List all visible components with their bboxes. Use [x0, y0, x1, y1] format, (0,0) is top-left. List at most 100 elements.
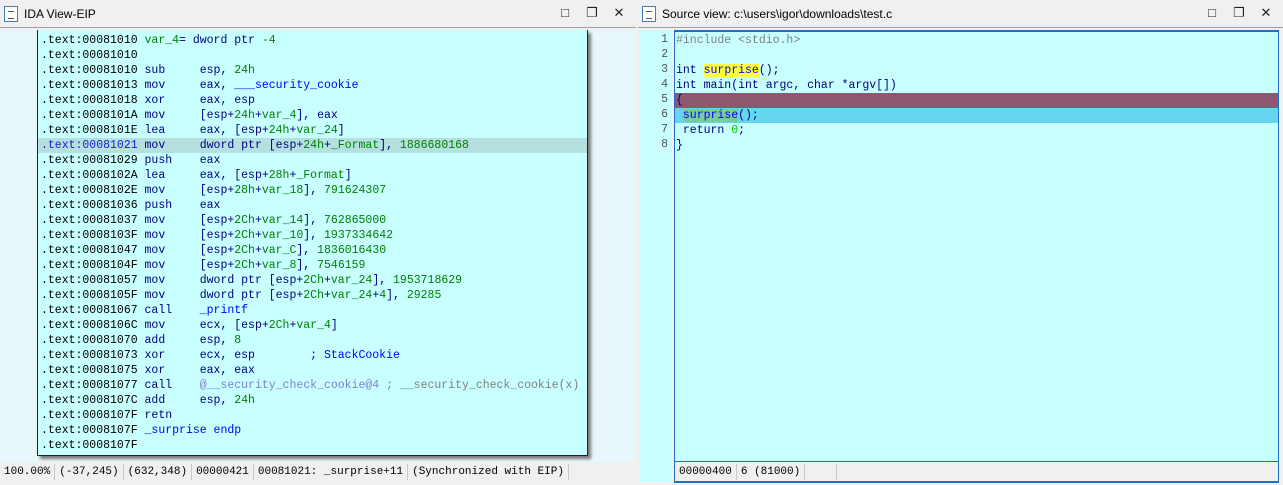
disasm-line[interactable]: .text:00081029 push eax [38, 153, 587, 168]
maximize-button[interactable]: □ [558, 6, 572, 20]
source-line[interactable] [675, 48, 1278, 63]
operand-token: esp, [199, 334, 235, 347]
close-button[interactable]: ✕ [612, 6, 626, 20]
address: .text:0008105F [41, 289, 138, 302]
operand-token[interactable]: ; StackCookie [310, 349, 400, 362]
disasm-line[interactable]: .text:0008104F mov [esp+2Ch+var_8], 75461… [38, 258, 587, 273]
operand-token: esp, [199, 64, 235, 77]
address: .text:00081077 [41, 379, 138, 392]
disasm-line[interactable]: .text:0008101E lea eax, [esp+24h+var_24] [38, 123, 587, 138]
disasm-line[interactable]: .text:00081067 call _printf [38, 303, 587, 318]
disasm-line[interactable]: .text:00081073 xor ecx, esp ; StackCookie [38, 348, 587, 363]
operand-token: 24h [303, 139, 324, 152]
status-field: 00000421 [192, 464, 254, 480]
operand-token[interactable]: ___security_cookie [234, 79, 358, 92]
mnemonic: mov [144, 319, 166, 332]
source-view-panel: Source view: c:\users\igor\downloads\tes… [638, 0, 1283, 485]
operand-token[interactable]: _printf [200, 304, 248, 317]
disasm-line[interactable]: .text:00081018 xor eax, esp [38, 93, 587, 108]
disasm-line[interactable]: .text:0008107F retn [38, 408, 587, 423]
source-code-area[interactable]: #include <stdio.h> int surprise(); int mai… [674, 30, 1279, 462]
disasm-line[interactable]: .text:0008101A mov [esp+24h+var_4], eax [38, 108, 587, 123]
ida-view-panel: IDA View-EIP □ ❐ ✕ .text:00081010 var_4=… [0, 0, 636, 485]
source-line[interactable]: return 0; [675, 123, 1278, 138]
disasm-line[interactable]: .text:00081010 var_4= dword ptr -4 [38, 33, 587, 48]
source-view-titlebar[interactable]: Source view: c:\users\igor\downloads\tes… [638, 0, 1283, 28]
code-token: { [676, 94, 683, 107]
disasm-line[interactable]: .text:0008107C add esp, 24h [38, 393, 587, 408]
address: .text:0008106C [41, 319, 138, 332]
operand-token[interactable]: @__security_check_cookie@4 [200, 379, 379, 392]
mnemonic: mov [144, 184, 166, 197]
address: .text:0008107C [41, 394, 138, 407]
disasm-line[interactable]: .text:00081077 call @__security_check_coo… [38, 378, 587, 393]
operand-token: var_C [261, 244, 297, 257]
disasm-line[interactable]: .text:00081075 xor eax, eax [38, 363, 587, 378]
restore-button[interactable]: ❐ [585, 6, 599, 20]
source-line[interactable]: { [675, 93, 1278, 108]
disasm-line[interactable]: .text:0008102A lea eax, [esp+28h+_Format] [38, 168, 587, 183]
code-token: surprise [682, 109, 739, 122]
maximize-button[interactable]: □ [1205, 6, 1219, 20]
code-token: #include <stdio.h> [676, 34, 801, 47]
disasm-line[interactable]: .text:0008107F [38, 438, 587, 453]
disasm-line[interactable]: .text:0008103F mov [esp+2Ch+var_10], 1937… [38, 228, 587, 243]
operand-token: _Format [296, 169, 345, 182]
operand-token: 24h [268, 124, 290, 137]
ida-status-bar: 100.00% (-37,245) (632,348) 00000421 0008102… [0, 462, 636, 482]
disasm-line[interactable]: .text:0008106C mov ecx, [esp+2Ch+var_4] [38, 318, 587, 333]
source-line[interactable]: int surprise(); [675, 63, 1278, 78]
disasm-line[interactable]: .text:00081013 mov eax, ___security_cooki… [38, 78, 587, 93]
operand-token: [esp+ [199, 214, 235, 227]
disasm-line[interactable]: .text:00081047 mov [esp+2Ch+var_C], 18360… [38, 243, 587, 258]
disasm-line[interactable]: .text:0008107F _surprise endp [38, 423, 587, 438]
line-number: 8 [661, 138, 668, 151]
disasm-line[interactable]: .text:00081021 mov dword ptr [esp+24h+_Fo… [38, 138, 587, 153]
mnemonic: retn [144, 409, 173, 422]
disasm-line[interactable]: .text:00081010 sub esp, 24h [38, 63, 587, 78]
code-token: } [676, 139, 683, 152]
operand-token: 2Ch [303, 289, 324, 302]
disasm-line[interactable]: .text:00081057 mov dword ptr [esp+2Ch+var… [38, 273, 587, 288]
operand-token: 1953718629 [393, 274, 463, 287]
operand-token: ecx, esp [199, 349, 311, 362]
disassembly-node[interactable]: .text:00081010 var_4= dword ptr -4 .text:… [37, 30, 588, 456]
source-line[interactable]: } [675, 138, 1278, 153]
operand-token: eax, [199, 79, 235, 92]
operand-token: ], [372, 274, 394, 287]
address: .text:00081018 [41, 94, 138, 107]
operand-token: ecx, [esp+ [199, 319, 269, 332]
ida-view-titlebar[interactable]: IDA View-EIP □ ❐ ✕ [0, 0, 636, 28]
restore-button[interactable]: ❐ [1232, 6, 1246, 20]
operand-token: ], [303, 229, 325, 242]
operand-token: eax, [esp+ [199, 124, 269, 137]
source-line[interactable]: #include <stdio.h> [675, 33, 1278, 48]
disasm-line[interactable]: .text:00081036 push eax [38, 198, 587, 213]
operand-token: ], [303, 214, 325, 227]
status-field [805, 463, 838, 480]
address: .text:0008107F [41, 439, 138, 452]
operand-token: + [323, 139, 331, 152]
operand-token[interactable]: _surprise endp [145, 424, 242, 437]
operand-token: 791624307 [324, 184, 387, 197]
code-token: return [676, 124, 732, 137]
line-number: 1 [661, 33, 668, 46]
line-number-gutter[interactable]: 1 2 3 4 5 6 7 8 [640, 30, 672, 482]
operand-token: ] [337, 124, 345, 137]
operand-token: 1836016430 [317, 244, 387, 257]
operand-token: 2Ch [234, 229, 255, 242]
operand-token: var_8 [261, 259, 297, 272]
operand-token: ], [296, 244, 318, 257]
mnemonic: lea [144, 169, 166, 182]
source-line[interactable]: surprise(); [675, 108, 1278, 123]
disasm-line[interactable]: .text:00081010 [38, 48, 587, 63]
disasm-line[interactable]: .text:0008105F mov dword ptr [esp+2Ch+var… [38, 288, 587, 303]
disasm-line[interactable]: .text:00081037 mov [esp+2Ch+var_14], 7628… [38, 213, 587, 228]
close-button[interactable]: ✕ [1259, 6, 1273, 20]
mnemonic: mov [144, 139, 166, 152]
operand-token: = dword ptr [179, 34, 262, 47]
source-line[interactable]: int main(int argc, char *argv[]) [675, 78, 1278, 93]
operand-token: var_14 [261, 214, 304, 227]
disasm-line[interactable]: .text:00081070 add esp, 8 [38, 333, 587, 348]
disasm-line[interactable]: .text:0008102E mov [esp+28h+var_18], 7916… [38, 183, 587, 198]
